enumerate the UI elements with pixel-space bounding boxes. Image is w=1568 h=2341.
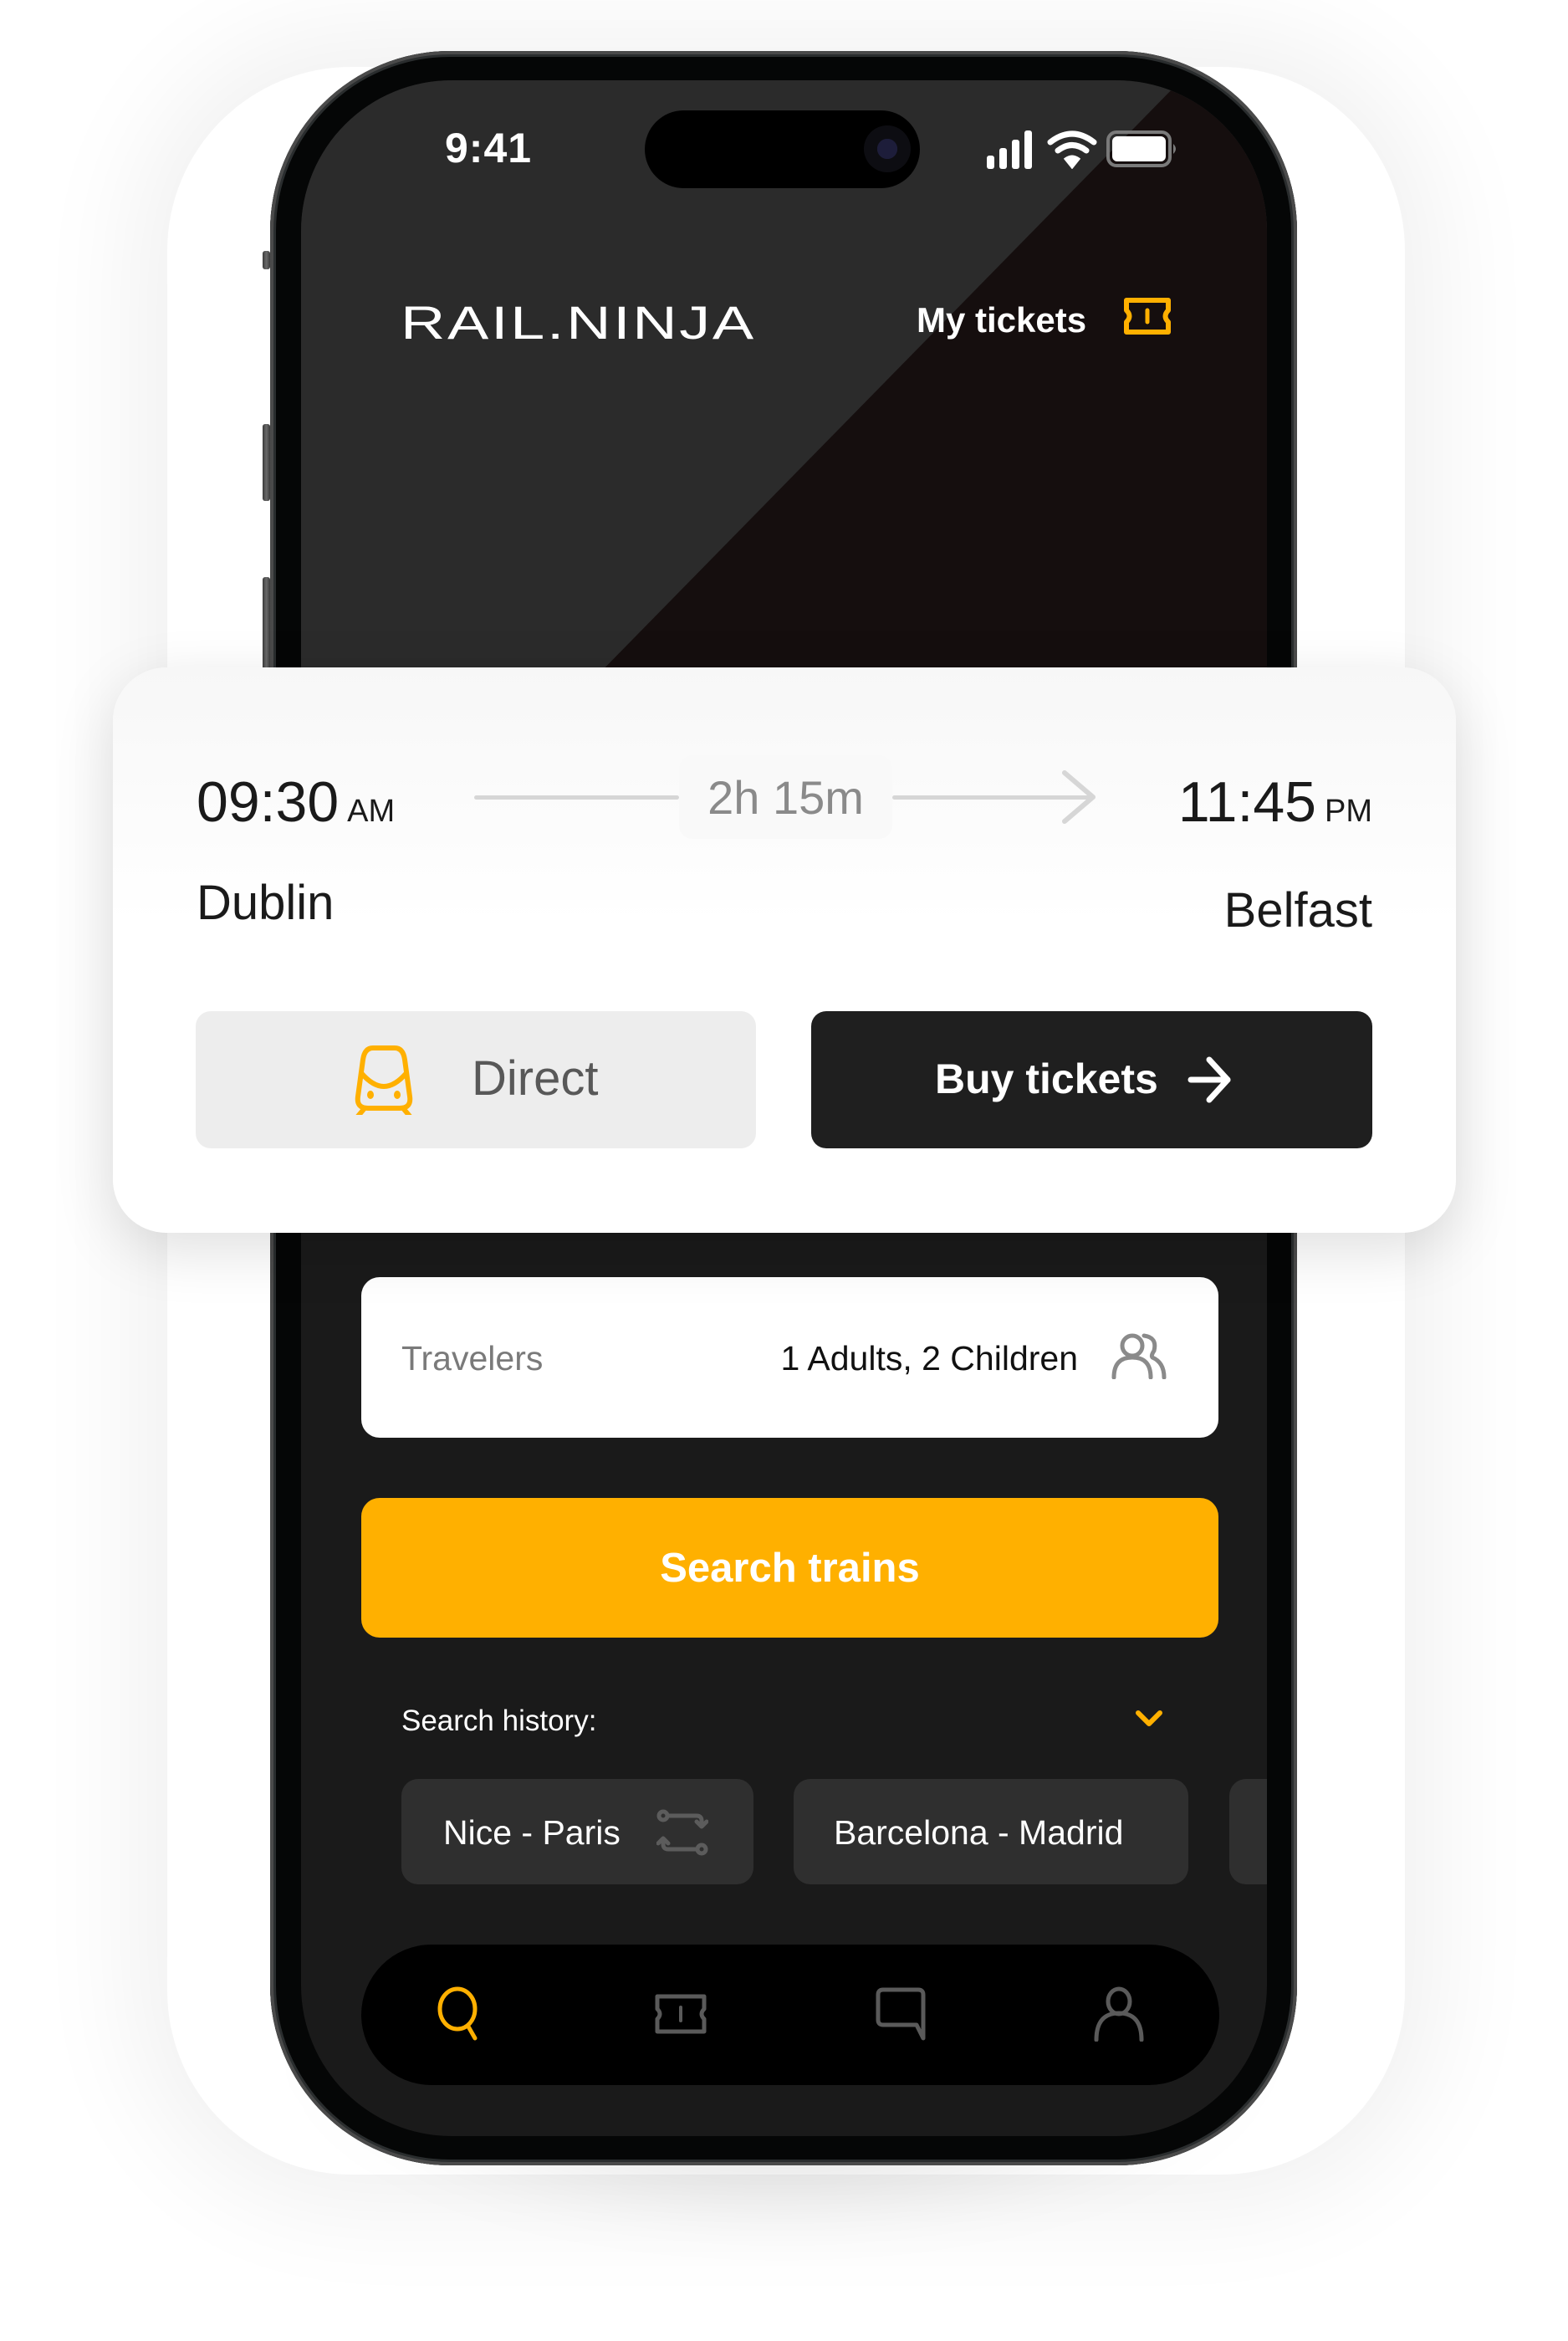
buy-tickets-button[interactable]: Buy tickets	[811, 1011, 1372, 1148]
volume-up-button	[263, 424, 270, 501]
direct-label: Direct	[472, 1051, 599, 1106]
travelers-value: 1 Adults, 2 Children	[780, 1339, 1078, 1378]
history-chip-barcelona-madrid[interactable]: Barcelona - Madrid	[794, 1779, 1188, 1884]
departure-city: Dublin	[197, 876, 335, 930]
status-time: 9:41	[445, 125, 533, 171]
nav-item-messages[interactable]	[873, 1986, 928, 2042]
app-logo[interactable]: RAIL.NINJA	[401, 299, 756, 346]
status-icons	[987, 130, 1179, 170]
duration-line-left	[474, 795, 679, 800]
arrow-right-icon	[1062, 770, 1096, 824]
trip-card: 09:30 AM 2h 15m 11:45 PM Dublin Belfast Di…	[113, 667, 1456, 1233]
search-trains-button[interactable]: Search trains	[361, 1498, 1218, 1638]
ticket-icon	[655, 1994, 707, 2034]
departure-time: 09:30 AM	[197, 774, 395, 831]
chat-icon	[876, 1987, 926, 2041]
swap-icon[interactable]	[656, 1807, 708, 1858]
direct-button[interactable]: Direct	[196, 1011, 756, 1148]
chevron-down-icon[interactable]	[1135, 1710, 1163, 1728]
history-chip-label: Barcelona - Madrid	[834, 1813, 1124, 1852]
search-trains-label: Search trains	[660, 1545, 920, 1591]
bottom-nav	[361, 1945, 1219, 2085]
travelers-field[interactable]: Travelers 1 Adults, 2 Children	[361, 1277, 1218, 1438]
cellular-signal-icon	[987, 130, 1032, 169]
arrival-time-value: 11:45	[1177, 770, 1316, 834]
camera-icon	[864, 125, 911, 172]
arrow-right-icon	[1187, 1056, 1231, 1103]
mute-switch	[263, 251, 270, 269]
buy-tickets-label: Buy tickets	[935, 1055, 1158, 1102]
nav-item-profile[interactable]	[1091, 1986, 1147, 2042]
dynamic-island	[645, 110, 920, 188]
nav-item-tickets[interactable]	[653, 1986, 708, 2042]
arrival-time: 11:45 PM	[1178, 774, 1372, 831]
history-chip-partial[interactable]	[1229, 1779, 1267, 1884]
search-history-label: Search history:	[401, 1705, 597, 1737]
travelers-label: Travelers	[401, 1339, 544, 1378]
departure-time-value: 09:30	[197, 770, 340, 834]
nav-item-search[interactable]	[433, 1986, 488, 2042]
my-tickets-link[interactable]: My tickets	[917, 303, 1086, 338]
duration-badge: 2h 15m	[679, 755, 892, 839]
ticket-icon[interactable]	[1122, 296, 1172, 336]
arrival-city: Belfast	[1223, 883, 1372, 938]
search-icon	[437, 1986, 478, 2041]
duration-value: 2h 15m	[707, 770, 864, 824]
people-icon	[1111, 1333, 1167, 1379]
history-chip-nice-paris[interactable]: Nice - Paris	[401, 1779, 753, 1884]
arrival-period: PM	[1325, 794, 1372, 829]
wifi-icon	[1047, 130, 1097, 170]
departure-period: AM	[347, 794, 396, 829]
user-icon	[1094, 1986, 1144, 2042]
train-icon	[355, 1045, 413, 1115]
history-chip-label: Nice - Paris	[443, 1813, 621, 1852]
battery-icon	[1106, 130, 1176, 167]
